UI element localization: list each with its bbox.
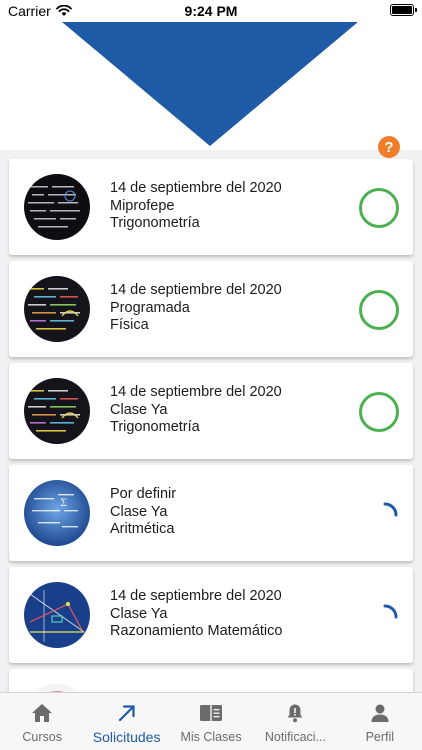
- request-date: 14 de septiembre del 2020: [110, 384, 282, 400]
- dark-math-blackboard-icon: [24, 174, 90, 240]
- request-card[interactable]: 14 de septiembre del 2020 Programada Fís…: [9, 261, 413, 357]
- header: ?: [0, 22, 422, 158]
- tab-label: Cursos: [22, 730, 62, 744]
- request-provider: Clase Ya: [110, 605, 168, 622]
- confirmed-status-icon: [359, 188, 399, 228]
- request-date: 14 de septiembre del 2020: [110, 180, 282, 196]
- request-card[interactable]: 14 de septiembre del 2020 Clase Ya Trigo…: [9, 363, 413, 459]
- request-subject: Trigonometría: [110, 419, 200, 435]
- request-subject: Aritmética: [110, 521, 175, 537]
- battery-icon: [390, 4, 417, 16]
- svg-text:Σ: Σ: [60, 498, 67, 509]
- banner-triangle: [62, 22, 358, 146]
- request-subject: Física: [110, 317, 149, 333]
- request-provider: Miprofepe: [110, 197, 175, 214]
- request-subject: Razonamiento Matemático: [110, 623, 283, 639]
- clock: 9:24 PM: [184, 3, 238, 19]
- bell-icon: [283, 702, 307, 724]
- request-card[interactable]: [9, 669, 413, 692]
- request-details: 14 de septiembre del 2020 Miprofepe Trig…: [110, 180, 282, 233]
- status-bar: Carrier 9:24 PM: [0, 0, 422, 22]
- tab-label: Mis Clases: [180, 730, 242, 744]
- tab-notificaciones[interactable]: Notificaci...: [253, 693, 337, 750]
- whiteboard-formulas-icon: [24, 684, 90, 692]
- request-provider: Programada: [110, 299, 190, 316]
- request-details: 14 de septiembre del 2020 Programada Fís…: [110, 282, 282, 335]
- book-icon: [199, 702, 223, 724]
- tab-cursos[interactable]: Cursos: [0, 693, 84, 750]
- confirmed-status-icon: [359, 392, 399, 432]
- loading-spinner-icon: [383, 604, 398, 619]
- request-card[interactable]: 14 de septiembre del 2020 Clase Ya Razon…: [9, 567, 413, 663]
- bottom-tab-bar: Cursos Solicitudes Mis Clases Notificaci…: [0, 692, 422, 750]
- request-date: Por definir: [110, 486, 177, 502]
- colorful-formulas-icon: [24, 276, 90, 342]
- tab-solicitudes[interactable]: Solicitudes: [84, 693, 168, 750]
- loading-spinner-icon: [383, 502, 398, 517]
- tab-perfil[interactable]: Perfil: [338, 693, 422, 750]
- home-icon: [30, 702, 54, 724]
- arrow-up-right-icon: [115, 702, 139, 724]
- tab-label: Solicitudes: [92, 729, 161, 745]
- tab-label: Perfil: [365, 730, 395, 744]
- person-icon: [368, 702, 392, 724]
- request-date: 14 de septiembre del 2020: [110, 282, 282, 298]
- request-provider: Clase Ya: [110, 503, 168, 520]
- request-details: 14 de septiembre del 2020 Clase Ya Trigo…: [110, 384, 282, 437]
- colorful-formulas-icon: [24, 378, 90, 444]
- request-card[interactable]: Σ Por definir Clase Ya Aritmética: [9, 465, 413, 561]
- request-list[interactable]: 14 de septiembre del 2020 Miprofepe Trig…: [0, 150, 422, 692]
- request-subject: Trigonometría: [110, 215, 200, 231]
- request-details: Por definir Clase Ya Aritmética: [110, 486, 176, 539]
- request-provider: Clase Ya: [110, 401, 168, 418]
- confirmed-status-icon: [359, 290, 399, 330]
- request-details: 14 de septiembre del 2020 Clase Ya Razon…: [110, 588, 282, 641]
- request-card[interactable]: 14 de septiembre del 2020 Miprofepe Trig…: [9, 159, 413, 255]
- tab-label: Notificaci...: [264, 730, 326, 744]
- request-date: 14 de septiembre del 2020: [110, 588, 282, 604]
- tab-mis-clases[interactable]: Mis Clases: [169, 693, 253, 750]
- blue-equations-icon: Σ: [24, 480, 90, 546]
- geometry-diagram-icon: [24, 582, 90, 648]
